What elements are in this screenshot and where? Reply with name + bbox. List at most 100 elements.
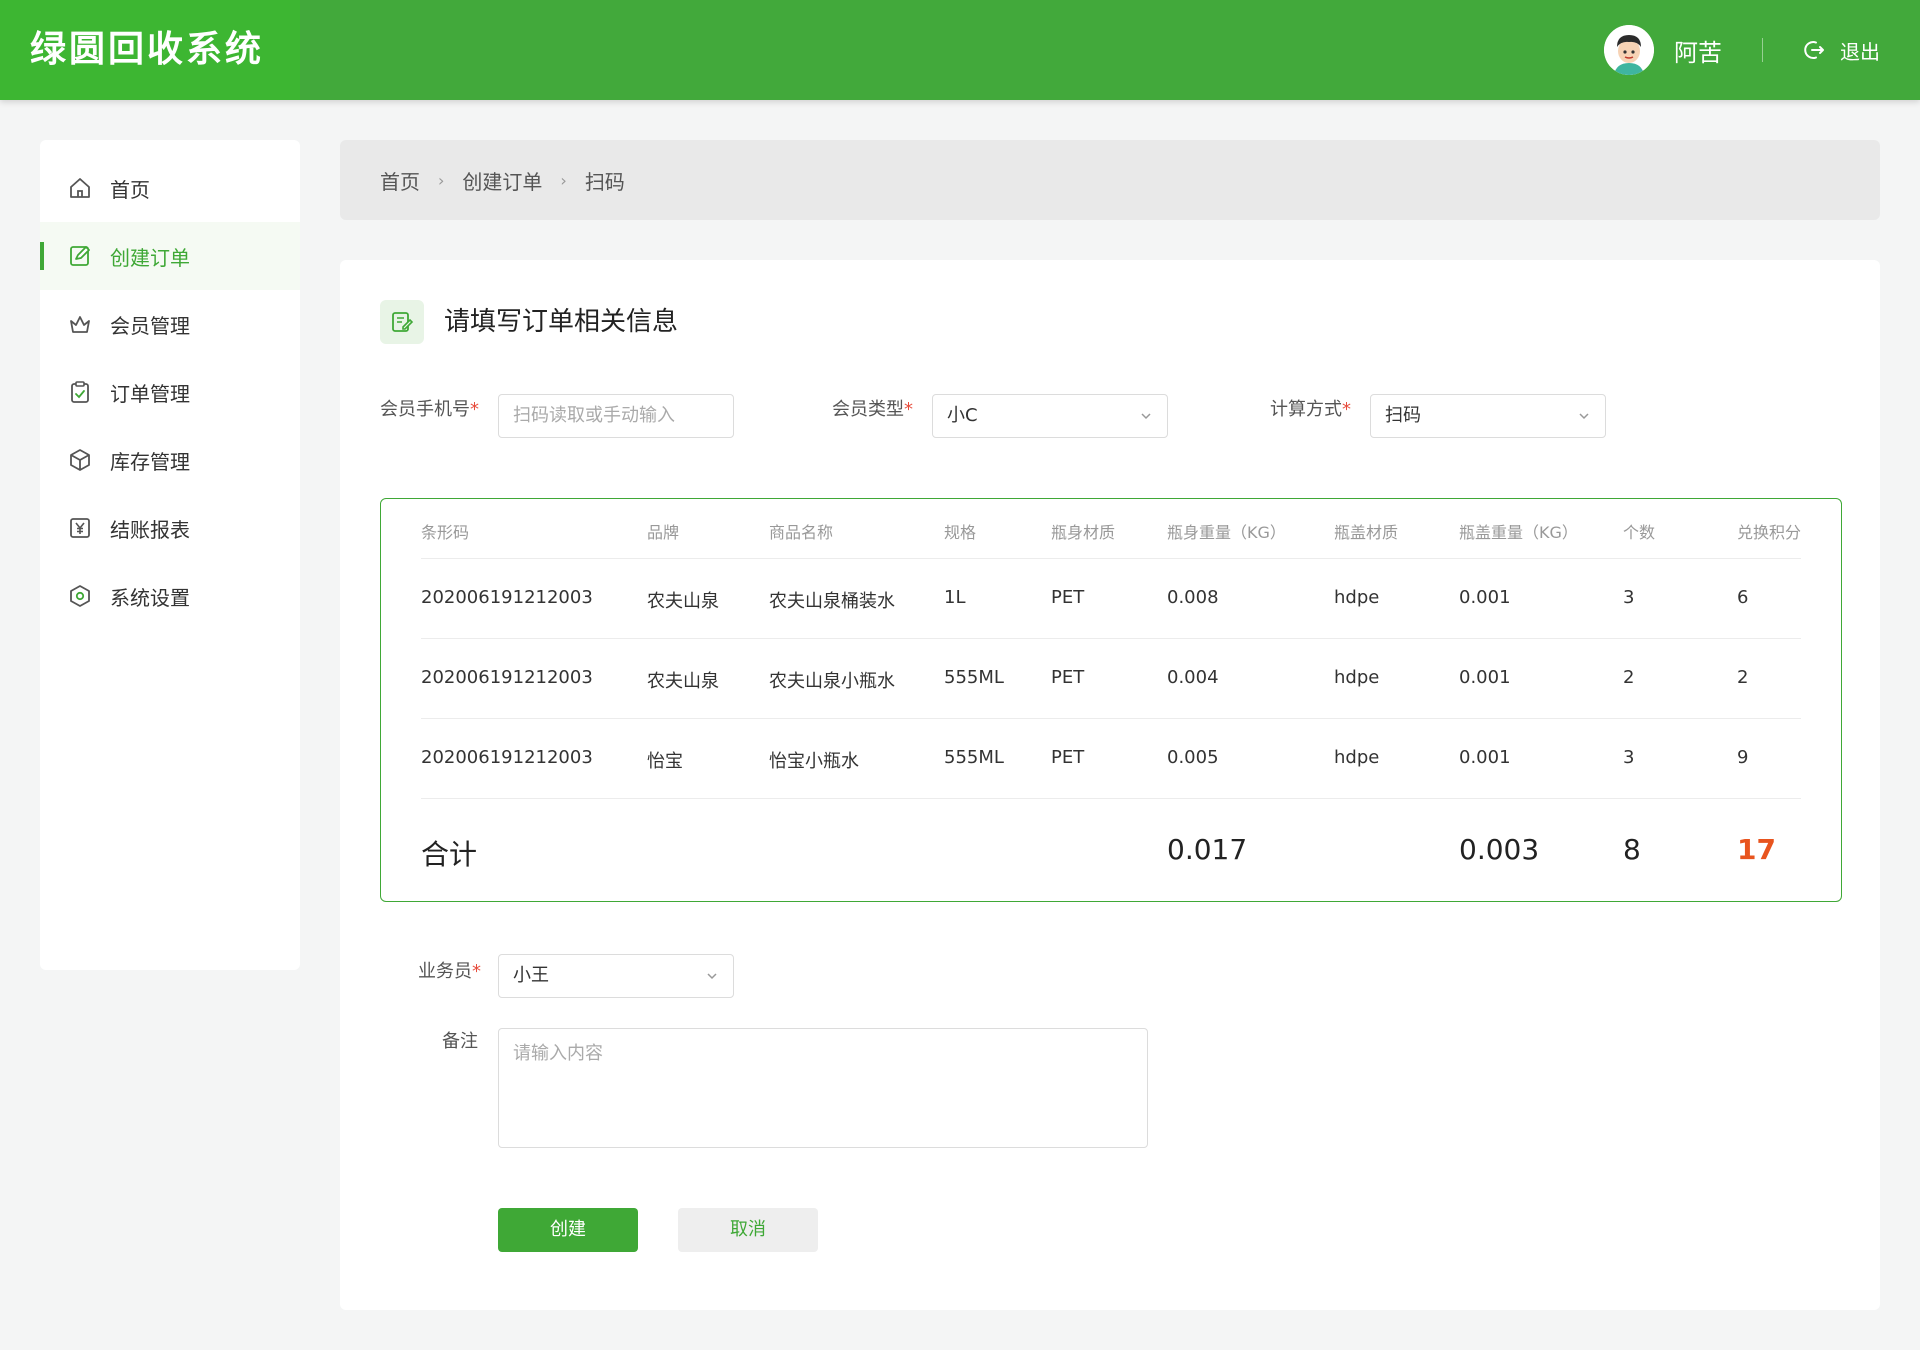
avatar-face-icon — [1604, 25, 1654, 75]
sidebar-item-reports[interactable]: 结账报表 — [40, 494, 300, 562]
column-header: 瓶盖材质 — [1334, 523, 1399, 542]
clipboard-icon — [71, 381, 89, 403]
cell-spec: 1L — [944, 587, 966, 608]
chevron-right-icon: › — [438, 170, 445, 190]
breadcrumb-home[interactable]: 首页 — [380, 166, 420, 195]
cell-brand: 农夫山泉 — [647, 671, 719, 692]
cell-cap-material: hdpe — [1334, 587, 1380, 608]
sidebar: 首页 创建订单 会员管理 订单管理 库存管理 结账报表 系统设置 — [40, 140, 300, 970]
header-divider — [1762, 38, 1763, 62]
cell-count: 3 — [1623, 587, 1635, 608]
member-type-label: 会员类型* — [832, 399, 913, 420]
member-type-select[interactable]: 小C — [932, 394, 1168, 438]
cell-brand: 农夫山泉 — [647, 591, 719, 612]
cell-body-weight: 0.004 — [1167, 667, 1219, 688]
cell-product-name: 怡宝小瓶水 — [769, 751, 859, 772]
cell-spec: 555ML — [944, 747, 1004, 768]
column-header: 规格 — [944, 523, 977, 542]
sidebar-item-label: 创建订单 — [110, 245, 190, 270]
yuan-report-icon — [70, 518, 90, 538]
form-title-icon — [380, 300, 424, 344]
cell-product-name: 农夫山泉桶装水 — [769, 591, 895, 612]
app-header: 绿圆回收系统 阿苦 退出 — [0, 0, 1920, 100]
cell-cap-weight: 0.001 — [1459, 587, 1511, 608]
salesperson-value: 小王 — [513, 965, 549, 986]
sidebar-item-label: 系统设置 — [110, 585, 190, 610]
column-header: 瓶身重量（KG） — [1167, 523, 1286, 542]
avatar[interactable] — [1604, 25, 1654, 75]
cell-brand: 怡宝 — [647, 751, 683, 772]
crown-icon — [70, 316, 90, 333]
logout-label: 退出 — [1840, 39, 1880, 64]
breadcrumb-create-order[interactable]: 创建订单 — [462, 166, 542, 195]
cell-cap-weight: 0.001 — [1459, 667, 1511, 688]
column-header: 瓶盖重量（KG） — [1459, 523, 1578, 542]
order-items-table: 条形码 品牌 商品名称 规格 瓶身材质 瓶身重量（KG） 瓶盖材质 瓶盖重量（K… — [380, 498, 1842, 902]
cell-barcode: 202006191212003 — [421, 747, 593, 768]
cell-count: 3 — [1623, 747, 1635, 768]
chevron-down-icon — [707, 973, 717, 980]
column-header: 兑换积分 — [1737, 523, 1802, 542]
box-icon — [70, 449, 90, 471]
column-header: 瓶身材质 — [1051, 523, 1116, 542]
chevron-down-icon — [1141, 413, 1151, 420]
cell-points: 9 — [1737, 747, 1749, 768]
chevron-down-icon — [1579, 413, 1589, 420]
salesperson-select[interactable]: 小王 — [498, 954, 734, 998]
cell-cap-weight: 0.001 — [1459, 747, 1511, 768]
cell-points: 6 — [1737, 587, 1749, 608]
total-body-weight: 0.017 — [1167, 833, 1248, 866]
form-title: 请填写订单相关信息 — [444, 307, 679, 337]
member-type-value: 小C — [947, 405, 978, 426]
sidebar-item-members[interactable]: 会员管理 — [40, 290, 300, 358]
sidebar-item-orders[interactable]: 订单管理 — [40, 358, 300, 426]
sidebar-item-home[interactable]: 首页 — [40, 154, 300, 222]
table-divider — [421, 718, 1801, 719]
calc-method-value: 扫码 — [1385, 405, 1421, 426]
cell-body-material: PET — [1051, 667, 1085, 688]
order-form-panel: 请填写订单相关信息 会员手机号* 扫码读取或手动输入 会员类型* 小C 计算方式… — [340, 260, 1880, 1310]
app-title: 绿圆回收系统 — [0, 0, 300, 100]
cell-body-material: PET — [1051, 587, 1085, 608]
column-header: 商品名称 — [769, 523, 834, 542]
table-divider — [421, 638, 1801, 639]
user-info[interactable]: 阿苦 — [1604, 25, 1722, 75]
sidebar-item-settings[interactable]: 系统设置 — [40, 562, 300, 630]
column-header: 品牌 — [647, 523, 680, 542]
cell-body-weight: 0.005 — [1167, 747, 1219, 768]
cell-product-name: 农夫山泉小瓶水 — [769, 671, 895, 692]
cell-cap-material: hdpe — [1334, 747, 1380, 768]
cell-spec: 555ML — [944, 667, 1004, 688]
cancel-button[interactable]: 取消 — [678, 1208, 818, 1252]
home-icon — [70, 178, 90, 198]
table-divider — [421, 558, 1801, 559]
sidebar-item-label: 会员管理 — [110, 313, 190, 338]
create-button[interactable]: 创建 — [498, 1208, 638, 1252]
total-label: 合计 — [421, 838, 478, 871]
sidebar-item-label: 订单管理 — [110, 381, 190, 406]
table-divider — [421, 798, 1801, 799]
cell-barcode: 202006191212003 — [421, 587, 593, 608]
sidebar-item-inventory[interactable]: 库存管理 — [40, 426, 300, 494]
calc-method-select[interactable]: 扫码 — [1370, 394, 1606, 438]
cell-body-material: PET — [1051, 747, 1085, 768]
logout-button[interactable]: 退出 — [1802, 34, 1880, 66]
sidebar-item-create-order[interactable]: 创建订单 — [40, 222, 300, 290]
breadcrumb-current: 扫码 — [584, 169, 625, 194]
salesperson-label: 业务员* — [418, 961, 481, 982]
logout-icon — [1804, 41, 1824, 59]
total-cap-weight: 0.003 — [1459, 833, 1540, 866]
cell-cap-material: hdpe — [1334, 667, 1380, 688]
total-count: 8 — [1623, 833, 1641, 866]
breadcrumb: 首页 › 创建订单 › 扫码 — [340, 140, 1880, 220]
settings-icon — [70, 585, 90, 607]
edit-order-icon — [70, 246, 90, 266]
sidebar-item-label: 库存管理 — [110, 449, 190, 474]
calc-method-label: 计算方式* — [1270, 399, 1351, 420]
phone-label: 会员手机号* — [380, 399, 479, 420]
phone-input[interactable]: 扫码读取或手动输入 — [498, 394, 734, 438]
cell-points: 2 — [1737, 667, 1749, 688]
sidebar-item-label: 结账报表 — [110, 517, 190, 542]
remark-textarea[interactable]: 请输入内容 — [498, 1028, 1148, 1148]
cell-body-weight: 0.008 — [1167, 587, 1219, 608]
